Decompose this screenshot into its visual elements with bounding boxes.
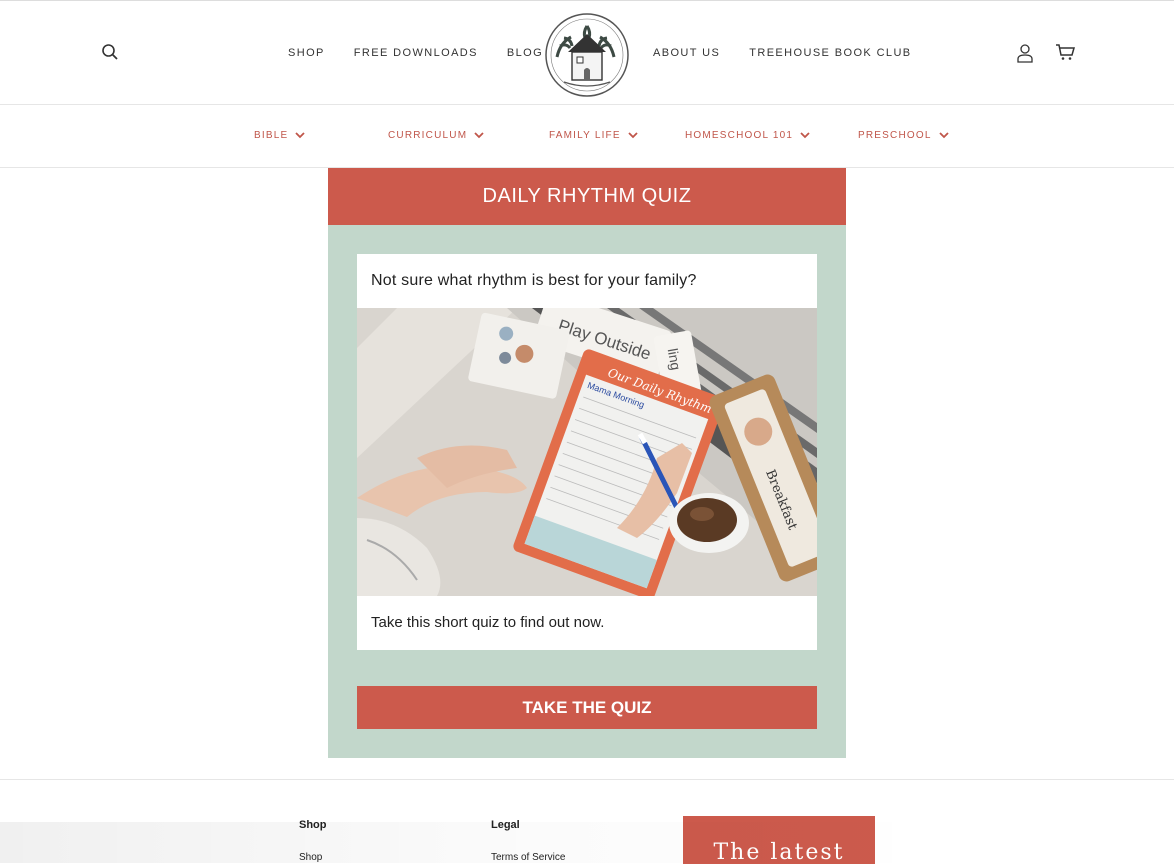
subnav-homeschool-label: HOMESCHOOL 101 [685, 130, 794, 141]
footer-legal-heading: Legal [491, 819, 520, 831]
footer-terms-link[interactable]: Terms of Service [491, 852, 565, 863]
quiz-title-banner: DAILY RHYTHM QUIZ [328, 168, 846, 225]
nav-blog[interactable]: BLOG [507, 47, 543, 59]
chevron-down-icon [938, 132, 949, 139]
footer-shop-heading: Shop [299, 819, 327, 831]
subnav-family-life-label: FAMILY LIFE [549, 130, 621, 141]
quiz-photo: Play Outside ling Our Daily Rhythm Mama … [357, 308, 817, 596]
footer-shop-link[interactable]: Shop [299, 852, 322, 863]
search-icon[interactable] [101, 43, 119, 61]
account-icon[interactable] [1016, 43, 1034, 63]
nav-book-club[interactable]: TREEHOUSE BOOK CLUB [749, 47, 911, 59]
quiz-subtext: Take this short quiz to find out now. [371, 614, 605, 631]
site-footer: Shop Shop Legal Terms of Service The lat… [0, 779, 1174, 865]
site-header: SHOP FREE DOWNLOADS BLOG ABOUT US TREEHO… [0, 0, 1174, 105]
chevron-down-icon [295, 132, 305, 139]
main-nav-right: ABOUT US TREEHOUSE BOOK CLUB [653, 47, 912, 59]
subnav-preschool[interactable]: PRESCHOOL [858, 130, 949, 141]
quiz-question: Not sure what rhythm is best for your fa… [371, 272, 697, 289]
category-nav: BIBLE CURRICULUM FAMILY LIFE HOMESCHOOL … [0, 105, 1174, 168]
subnav-preschool-label: PRESCHOOL [858, 130, 932, 141]
subnav-bible[interactable]: BIBLE [254, 130, 305, 141]
nav-shop[interactable]: SHOP [288, 47, 325, 59]
subnav-curriculum[interactable]: CURRICULUM [388, 130, 484, 141]
photo-coffee-cup [669, 493, 749, 553]
subnav-homeschool-101[interactable]: HOMESCHOOL 101 [685, 130, 810, 141]
chevron-down-icon [628, 132, 638, 139]
treehouse-logo[interactable] [544, 12, 630, 98]
subnav-curriculum-label: CURRICULUM [388, 130, 468, 141]
chevron-down-icon [474, 132, 484, 139]
nav-about-us[interactable]: ABOUT US [653, 47, 720, 59]
newsletter-box: The latest [683, 816, 875, 865]
take-quiz-button[interactable]: TAKE THE QUIZ [357, 686, 817, 729]
cart-icon[interactable] [1055, 43, 1075, 61]
subnav-bible-label: BIBLE [254, 130, 289, 141]
quiz-card: Not sure what rhythm is best for your fa… [357, 254, 817, 650]
nav-free-downloads[interactable]: FREE DOWNLOADS [354, 47, 478, 59]
chevron-down-icon [800, 132, 810, 139]
quiz-panel: Not sure what rhythm is best for your fa… [328, 225, 846, 758]
subnav-family-life[interactable]: FAMILY LIFE [549, 130, 638, 141]
main-nav-left: SHOP FREE DOWNLOADS BLOG [288, 47, 543, 59]
